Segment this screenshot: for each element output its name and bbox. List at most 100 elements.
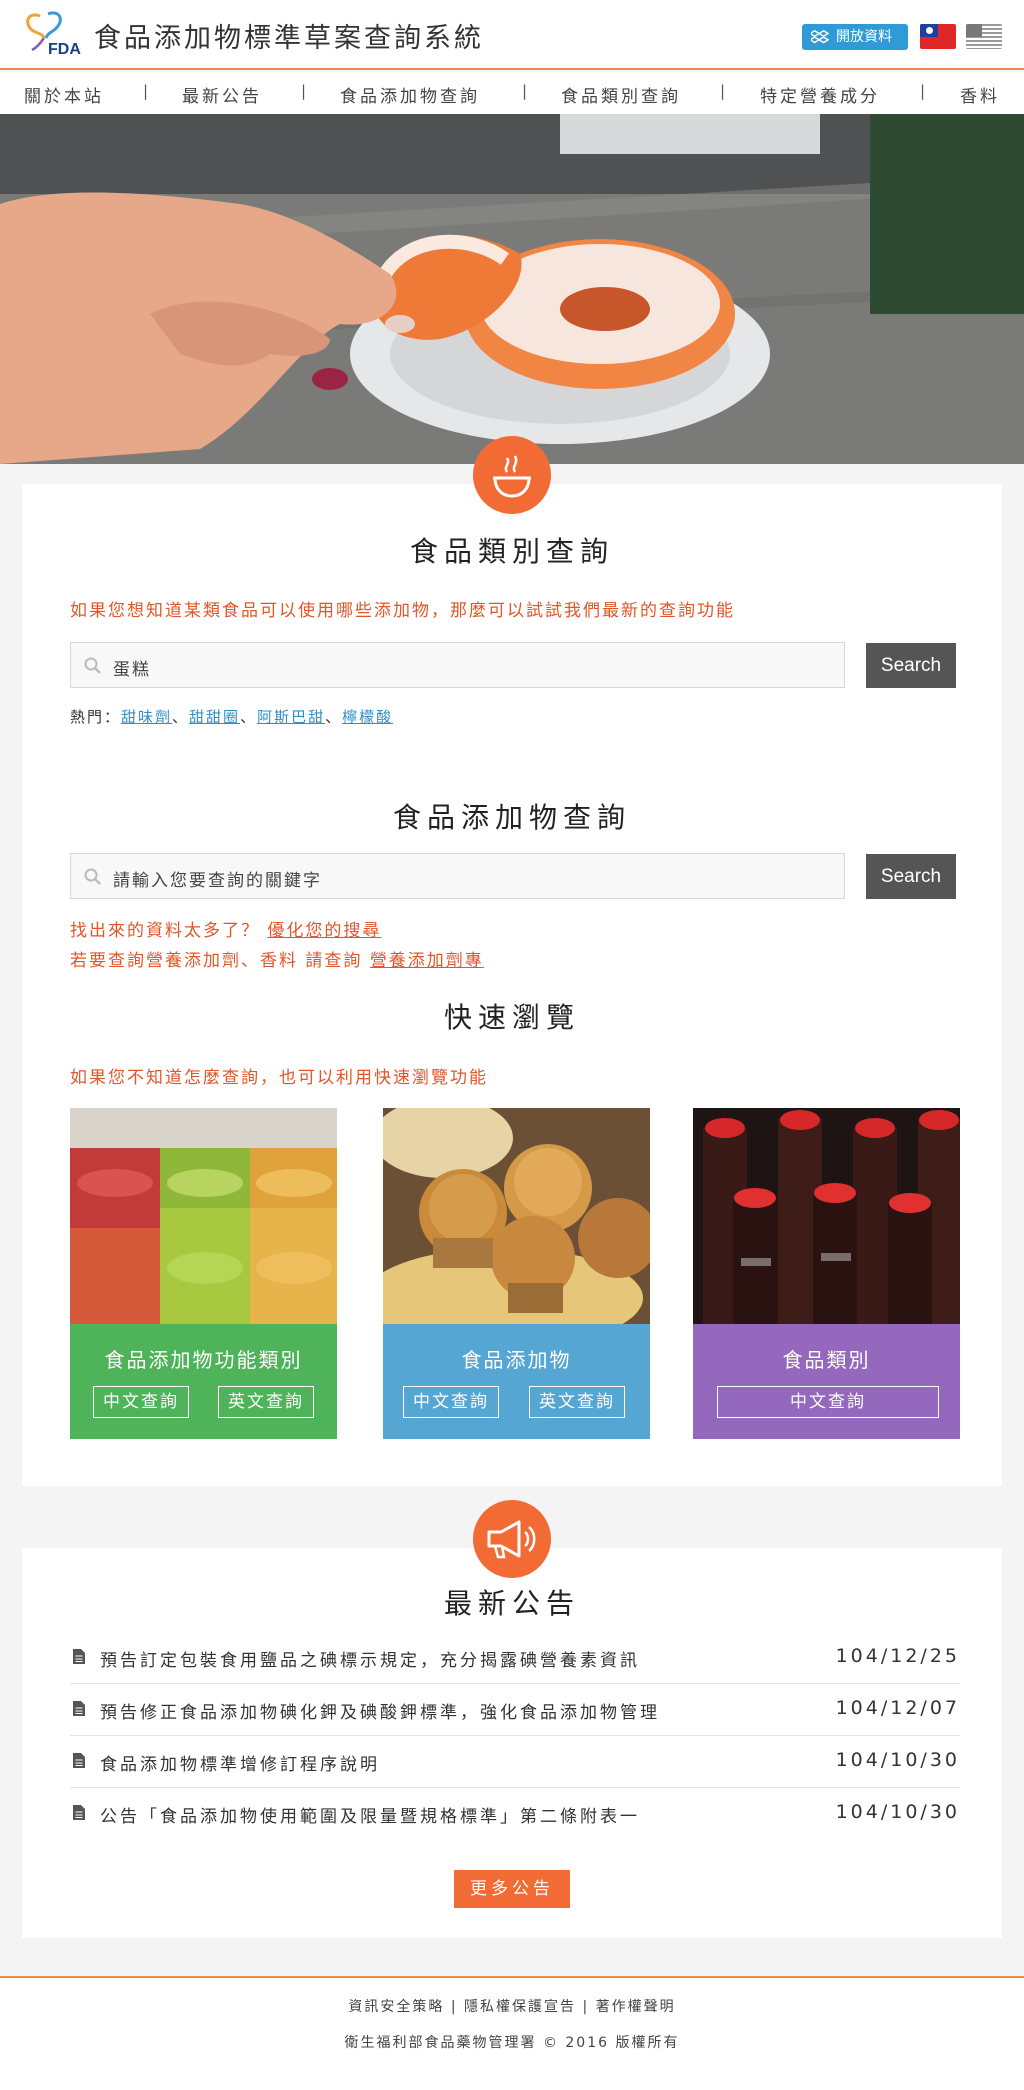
nav-separator: | — [920, 82, 926, 100]
open-data-label: 開放資料 — [836, 29, 892, 45]
english-query-button[interactable]: 英文查詢 — [218, 1386, 314, 1418]
open-data-icon — [811, 29, 829, 44]
hero-photo-donut — [0, 114, 1024, 464]
footer-link-security[interactable]: 資訊安全策略 — [348, 1999, 444, 2015]
food-category-search-input[interactable]: 蛋糕 — [70, 642, 845, 688]
flag-us-icon[interactable] — [966, 24, 1002, 49]
news-item-date: 104/10/30 — [835, 1801, 960, 1823]
quick-tile-additive-function: 食品添加物功能類別 中文查詢 英文查詢 — [70, 1108, 337, 1439]
document-icon — [73, 1649, 85, 1664]
flag-taiwan-icon[interactable] — [920, 24, 956, 49]
hero-image — [0, 114, 1024, 464]
footer-link-copyright[interactable]: 著作權聲明 — [596, 1999, 676, 2015]
nav-item-additive-search[interactable]: 食品添加物查詢 — [340, 82, 480, 107]
english-query-button[interactable]: 英文查詢 — [529, 1386, 625, 1418]
hot-separator: 、 — [240, 708, 258, 726]
refine-search-link[interactable]: 優化您的搜尋 — [267, 921, 381, 941]
footer-link-privacy[interactable]: 隱私權保護宣告 — [464, 1999, 576, 2015]
search-icon — [84, 868, 101, 885]
tile-title: 食品類別 — [782, 1348, 871, 1372]
chinese-query-button[interactable]: 中文查詢 — [93, 1386, 189, 1418]
food-category-search-title: 食品類別查詢 — [409, 535, 614, 568]
search-icon — [84, 657, 101, 674]
news-item[interactable]: 預告訂定包裝食用鹽品之碘標示規定，充分揭露碘營養素資訊 104/12/25 — [70, 1632, 960, 1684]
nav-item-news[interactable]: 最新公告 — [182, 82, 262, 107]
quick-tile-additive: 食品添加物 中文查詢 英文查詢 — [383, 1108, 650, 1439]
quick-browse-title: 快速瀏覽 — [443, 1001, 580, 1034]
news-item-date: 104/10/30 — [835, 1749, 960, 1771]
footer-separator: | — [450, 1999, 458, 2015]
hot-term-link[interactable]: 阿斯巴甜 — [257, 708, 325, 726]
hot-label: 熱門： — [70, 708, 122, 726]
flag-canton — [920, 24, 938, 37]
hot-term-link[interactable]: 甜甜圈 — [189, 708, 240, 726]
refine-text: 找出來的資料太多了？ — [70, 921, 260, 941]
nav-item-flavor[interactable]: 香料 — [960, 82, 1000, 107]
additive-search-input[interactable]: 請輸入您要查詢的關鍵字 — [70, 853, 845, 899]
tile-photo-juices — [70, 1108, 337, 1324]
fda-logo[interactable]: FDA — [22, 10, 94, 58]
news-item-date: 104/12/25 — [835, 1645, 960, 1667]
footer-links: 資訊安全策略 | 隱私權保護宣告 | 著作權聲明 — [0, 1996, 1024, 2016]
quick-tile-food-category: 食品類別 中文查詢 — [693, 1108, 960, 1439]
news-item-title: 食品添加物標準增修訂程序說明 — [100, 1755, 380, 1775]
tile-title: 食品添加物 — [461, 1348, 572, 1372]
tile-title: 食品添加物功能類別 — [104, 1348, 303, 1372]
news-item-title: 預告修正食品添加物碘化鉀及碘酸鉀標準，強化食品添加物管理 — [100, 1703, 660, 1723]
footer-separator: | — [582, 1999, 590, 2015]
nav-separator: | — [522, 82, 528, 100]
hot-separator: 、 — [172, 708, 190, 726]
flag-sun-icon — [926, 27, 933, 34]
chinese-query-button[interactable]: 中文查詢 — [403, 1386, 499, 1418]
refine-hint: 找出來的資料太多了？ 優化您的搜尋 — [70, 916, 381, 941]
food-category-search-value: 蛋糕 — [113, 660, 151, 680]
bowl-icon-circle — [473, 436, 551, 514]
nav-item-food-category[interactable]: 食品類別查詢 — [561, 82, 681, 107]
svg-text:FDA: FDA — [48, 41, 81, 58]
chinese-query-button[interactable]: 中文查詢 — [717, 1386, 939, 1418]
site-header: FDA 食品添加物標準草案查詢系統 開放資料 — [0, 0, 1024, 70]
megaphone-icon — [487, 1520, 536, 1559]
nutrition-additive-link[interactable]: 營養添加劑專 — [370, 951, 484, 971]
document-icon — [73, 1701, 85, 1716]
tile-photo-soda — [693, 1108, 960, 1324]
site-title[interactable]: 食品添加物標準草案查詢系統 — [94, 16, 484, 55]
tile-band: 食品類別 中文查詢 — [693, 1324, 960, 1439]
food-category-hint: 如果您想知道某類食品可以使用哪些添加物，那麼可以試試我們最新的查詢功能 — [70, 601, 735, 621]
news-item[interactable]: 食品添加物標準增修訂程序說明 104/10/30 — [70, 1736, 960, 1788]
megaphone-icon-circle — [473, 1500, 551, 1578]
document-icon — [73, 1753, 85, 1768]
open-data-button[interactable]: 開放資料 — [802, 24, 908, 50]
additive-search-title: 食品添加物查詢 — [392, 801, 631, 834]
nav-separator: | — [301, 82, 307, 100]
tile-band: 食品添加物功能類別 中文查詢 英文查詢 — [70, 1324, 337, 1439]
site-footer: 資訊安全策略 | 隱私權保護宣告 | 著作權聲明 衛生福利部食品藥物管理署 © … — [0, 1976, 1024, 2090]
news-item-date: 104/12/07 — [835, 1697, 960, 1719]
tile-band: 食品添加物 中文查詢 英文查詢 — [383, 1324, 650, 1439]
hot-term-link[interactable]: 甜味劑 — [121, 708, 172, 726]
news-item[interactable]: 預告修正食品添加物碘化鉀及碘酸鉀標準，強化食品添加物管理 104/12/07 — [70, 1684, 960, 1736]
flag-canton — [966, 24, 982, 37]
additive-search-placeholder: 請輸入您要查詢的關鍵字 — [113, 871, 322, 891]
nutrition-hint: 若要查詢營養添加劑、香料 請查詢 營養添加劑專 — [70, 946, 484, 971]
nav-item-about[interactable]: 關於本站 — [24, 82, 104, 107]
hot-term-link[interactable]: 檸檬酸 — [342, 708, 393, 726]
hot-separator: 、 — [325, 708, 343, 726]
food-category-search-button[interactable]: Search — [866, 643, 956, 688]
tile-photo-muffins — [383, 1108, 650, 1324]
footer-copyright: 衛生福利部食品藥物管理署 © 2016 版權所有 — [344, 2035, 680, 2051]
quick-browse-hint: 如果您不知道怎麼查詢，也可以利用快速瀏覽功能 — [70, 1068, 488, 1088]
main-nav: 關於本站 | 最新公告 | 食品添加物查詢 | 食品類別查詢 | 特定營養成分 … — [0, 72, 1024, 114]
news-title: 最新公告 — [443, 1587, 580, 1620]
news-item[interactable]: 公告「食品添加物使用範圍及限量暨規格標準」第二條附表一 104/10/30 — [70, 1788, 960, 1840]
nav-separator: | — [143, 82, 149, 100]
document-icon — [73, 1805, 85, 1820]
news-item-title: 公告「食品添加物使用範圍及限量暨規格標準」第二條附表一 — [100, 1807, 640, 1827]
nutrition-text: 若要查詢營養添加劑、香料 請查詢 — [70, 951, 363, 971]
more-news-button[interactable]: 更多公告 — [454, 1870, 570, 1908]
nav-item-nutrition[interactable]: 特定營養成分 — [760, 82, 880, 107]
additive-search-button[interactable]: Search — [866, 854, 956, 899]
bowl-icon — [493, 455, 531, 498]
hot-terms: 熱門：甜味劑、甜甜圈、阿斯巴甜、檸檬酸 — [70, 706, 393, 727]
news-item-title: 預告訂定包裝食用鹽品之碘標示規定，充分揭露碘營養素資訊 — [100, 1651, 640, 1671]
